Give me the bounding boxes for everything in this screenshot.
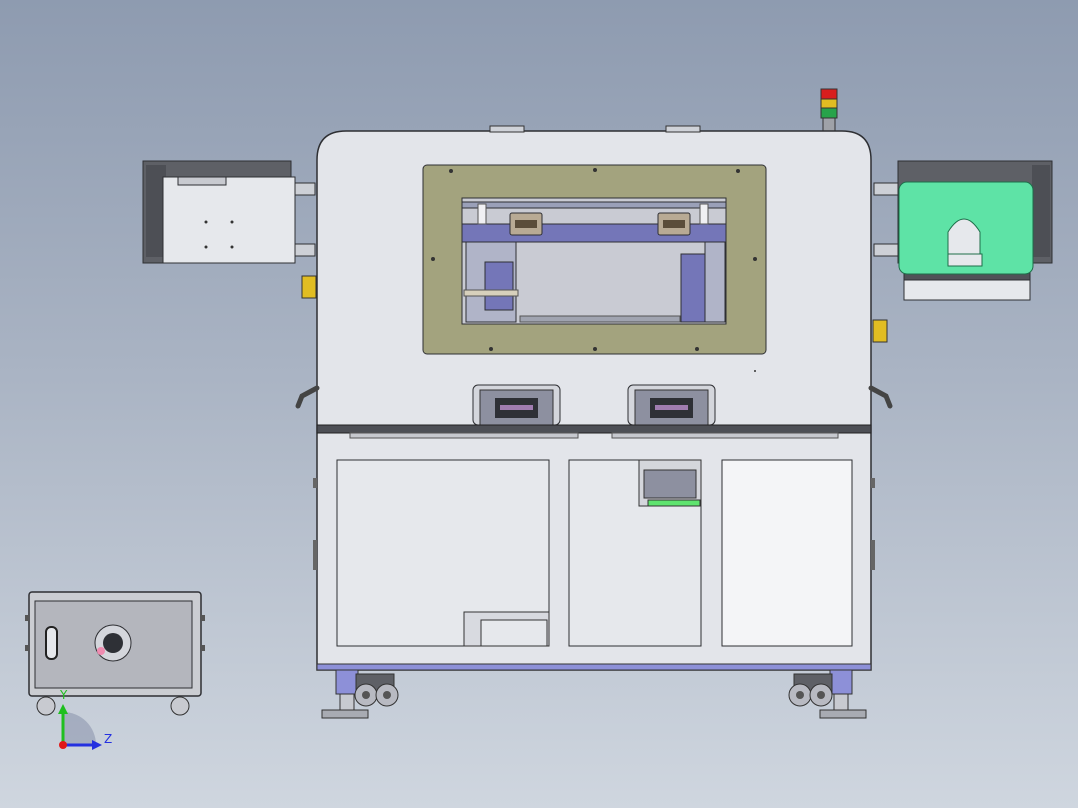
cad-viewport[interactable] xyxy=(0,0,1078,808)
left-warning-light xyxy=(301,275,317,299)
right-control-box[interactable] xyxy=(873,160,1053,301)
lower-door-right[interactable] xyxy=(721,459,853,647)
right-warning-light xyxy=(872,319,888,343)
machine-cabinet[interactable] xyxy=(295,125,893,671)
caster-left xyxy=(321,669,399,719)
triad-z-label: Z xyxy=(104,732,113,746)
xyz-triad-icon xyxy=(58,704,102,750)
caster-right xyxy=(788,669,867,719)
triad-y-label: Y xyxy=(60,688,68,702)
fixture-right xyxy=(627,384,716,426)
electrical-box[interactable] xyxy=(25,591,205,716)
left-control-box[interactable] xyxy=(142,160,316,264)
signal-tower-icon xyxy=(820,88,838,133)
fixture-left xyxy=(472,384,561,426)
work-table xyxy=(316,424,872,434)
